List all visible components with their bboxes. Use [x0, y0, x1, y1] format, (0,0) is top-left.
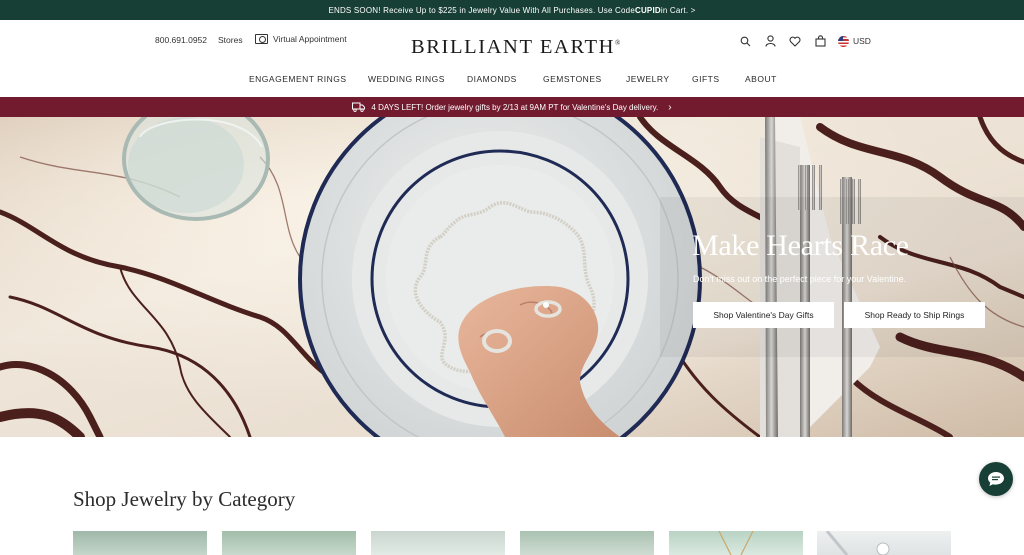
delivery-truck-icon — [352, 102, 366, 112]
promo-banner-prefix: ENDS SOON! Receive Up to $225 in Jewelry… — [328, 5, 635, 15]
video-appointment-icon — [255, 34, 268, 44]
hero-title: Make Hearts Race — [692, 229, 909, 262]
category-tile[interactable] — [222, 531, 356, 555]
nav-diamonds[interactable]: DIAMONDS — [467, 74, 517, 84]
promo-banner[interactable]: ENDS SOON! Receive Up to $225 in Jewelry… — [0, 0, 1024, 20]
shop-ready-to-ship-rings-button[interactable]: Shop Ready to Ship Rings — [844, 302, 985, 328]
site-logo[interactable]: BRILLIANT EARTH® — [411, 36, 622, 59]
phone-number-link[interactable]: 800.691.0952 — [155, 35, 207, 45]
category-tiles — [73, 530, 951, 555]
shopping-bag-icon[interactable] — [813, 34, 827, 48]
currency-label: USD — [853, 36, 871, 46]
currency-selector[interactable]: USD — [838, 35, 871, 47]
shop-valentines-gifts-button[interactable]: Shop Valentine's Day Gifts — [693, 302, 834, 328]
chat-bubble-icon — [988, 472, 1004, 486]
account-icon[interactable] — [763, 34, 777, 48]
category-tile[interactable] — [817, 530, 951, 555]
nav-jewelry[interactable]: JEWELRY — [626, 74, 670, 84]
hero-banner[interactable]: Make Hearts Race Don't miss out on the p… — [0, 117, 1024, 437]
us-flag-icon — [838, 35, 849, 47]
valentine-banner-text: 4 DAYS LEFT! Order jewelry gifts by 2/13… — [371, 102, 659, 112]
virtual-appointment-label: Virtual Appointment — [273, 34, 347, 44]
nav-gemstones[interactable]: GEMSTONES — [543, 74, 602, 84]
nav-gifts[interactable]: GIFTS — [692, 74, 720, 84]
nav-wedding-rings[interactable]: WEDDING RINGS — [368, 74, 445, 84]
nav-engagement-rings[interactable]: ENGAGEMENT RINGS — [249, 74, 347, 84]
ring-thumbnail-image — [825, 530, 890, 555]
category-tile[interactable] — [669, 530, 803, 555]
logo-registered-mark: ® — [615, 39, 622, 48]
virtual-appointment-link[interactable]: Virtual Appointment — [255, 34, 347, 44]
site-header: 800.691.0952 Stores Virtual Appointment … — [0, 20, 1024, 97]
chevron-right-icon: › — [668, 101, 672, 113]
nav-about[interactable]: ABOUT — [745, 74, 777, 84]
promo-code: CUPID — [634, 5, 661, 15]
logo-text: BRILLIANT EARTH — [411, 36, 616, 58]
search-icon[interactable] — [738, 34, 752, 48]
category-tile[interactable] — [371, 531, 505, 555]
category-tile[interactable] — [520, 531, 654, 555]
wishlist-heart-icon[interactable] — [788, 34, 802, 48]
stores-link[interactable]: Stores — [218, 35, 243, 45]
shop-by-category-heading: Shop Jewelry by Category — [73, 487, 296, 511]
valentine-delivery-banner[interactable]: 4 DAYS LEFT! Order jewelry gifts by 2/13… — [0, 97, 1024, 117]
hero-subtitle: Don't miss out on the perfect piece for … — [693, 274, 907, 284]
header-utilities: USD — [738, 34, 871, 48]
category-tile[interactable] — [73, 531, 207, 555]
chat-support-button[interactable] — [979, 462, 1013, 496]
necklace-thumbnail-image — [718, 530, 754, 555]
main-navigation: ENGAGEMENT RINGS WEDDING RINGS DIAMONDS … — [0, 74, 1024, 88]
promo-banner-suffix: in Cart. > — [660, 5, 696, 15]
